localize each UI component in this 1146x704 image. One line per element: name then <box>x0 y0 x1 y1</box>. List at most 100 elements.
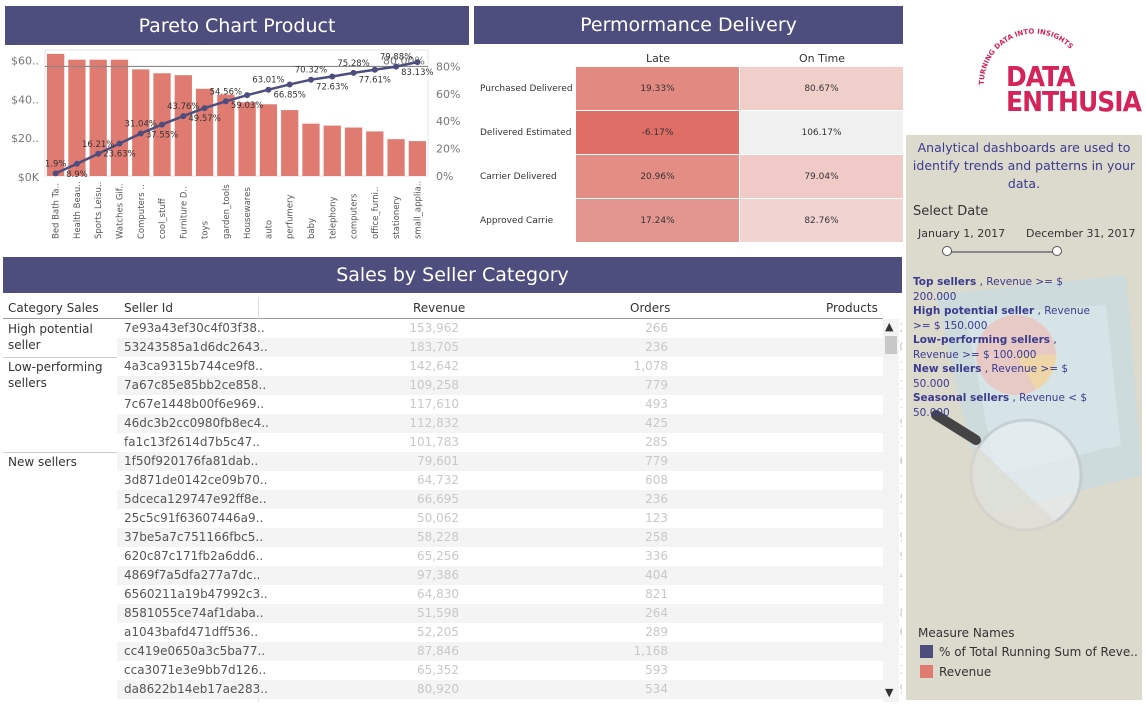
category-cell[interactable]: High potential seller <box>8 321 113 353</box>
heatmap-cell[interactable]: 19.33% <box>576 67 739 110</box>
row-label[interactable]: Purchased Delivered <box>480 84 573 94</box>
line-point[interactable] <box>137 130 144 137</box>
table-row[interactable]: fa1c13f2614d7b5c47..101,783285161 <box>117 433 902 452</box>
line-point[interactable] <box>286 81 293 88</box>
revenue-cell: 66,695 <box>417 492 459 506</box>
legend-item-revenue[interactable]: Revenue <box>920 665 991 679</box>
line-point[interactable] <box>371 66 378 73</box>
line-point[interactable] <box>116 140 123 147</box>
table-row[interactable]: cca3071e3e9bb7d126..65,352593273 <box>117 661 902 680</box>
sidebar-panel: TURNING DATA INTO INSIGHTS DATA ENTHUSIA… <box>906 5 1142 700</box>
performance-heatmap[interactable]: Late On Time Purchased Delivered 19.33% 80.6… <box>474 48 903 246</box>
row-label[interactable]: Delivered Estimated <box>480 128 571 138</box>
bar[interactable] <box>68 59 86 176</box>
table-row[interactable]: 7e93a43ef30c4f03f38..153,962266152 <box>117 319 902 338</box>
line-point[interactable] <box>307 76 314 83</box>
header-seller-id[interactable]: Seller Id <box>124 301 173 315</box>
line-point[interactable] <box>222 98 229 105</box>
line-point[interactable] <box>201 105 208 112</box>
line-point[interactable] <box>265 86 272 93</box>
slider-end-handle[interactable] <box>1052 246 1062 256</box>
table-row[interactable]: 7c67e1448b00f6e969..117,610493151 <box>117 395 902 414</box>
table-row[interactable]: 4a3ca9315b744ce9f8..142,6421,078281 <box>117 357 902 376</box>
seller-id-cell: 6560211a19b47992c3.. <box>124 587 268 601</box>
line-point[interactable] <box>329 73 336 80</box>
bar[interactable] <box>238 102 256 176</box>
x-tick-label: small_applia.. <box>413 181 423 239</box>
legend-swatch <box>920 665 933 678</box>
line-point[interactable] <box>73 160 80 167</box>
bar[interactable] <box>408 141 426 176</box>
row-label[interactable]: Carrier Delivered <box>480 172 557 182</box>
table-row[interactable]: 1f50f920176fa81dab.. 79,601 779 6 <box>117 452 902 471</box>
table-row[interactable]: 25c5c91f63607446a9..50,06212317 <box>117 509 902 528</box>
table-row[interactable]: da8622b14eb17ae283..80,920534159 <box>117 680 902 699</box>
header-revenue[interactable]: Revenue <box>413 301 465 315</box>
table-row[interactable]: 7a67c85e85bb2ce858..109,258779101 <box>117 376 902 395</box>
line-point[interactable] <box>52 170 59 177</box>
header-orders[interactable]: Orders <box>630 301 670 315</box>
x-tick-label: auto <box>264 220 274 239</box>
table-row[interactable]: cc419e0650a3c5ba77..87,8461,16831 <box>117 642 902 661</box>
heatmap-cell[interactable]: 17.24% <box>576 199 739 242</box>
bar[interactable] <box>47 53 65 176</box>
bar[interactable] <box>366 131 384 176</box>
vertical-scrollbar[interactable]: ▲ ▼ <box>883 319 899 702</box>
line-point[interactable] <box>350 69 357 76</box>
column-header[interactable]: On Time <box>740 52 904 65</box>
category-cell[interactable]: New sellers <box>8 454 113 470</box>
bar[interactable] <box>259 104 278 176</box>
table-row[interactable]: 5dceca129747e92ff8e..66,69523635 <box>117 490 902 509</box>
heatmap-cell[interactable]: -6.17% <box>576 111 739 154</box>
heatmap-cell[interactable]: 79.04% <box>740 155 903 198</box>
sales-table[interactable]: Category Sales Seller Id Revenue Orders … <box>3 297 902 702</box>
line-point[interactable] <box>414 59 421 66</box>
row-label[interactable]: Approved Carrie <box>480 216 553 226</box>
legend-entry: High potential seller , Revenue >= $ 150… <box>913 305 1090 332</box>
bar[interactable] <box>174 75 192 176</box>
slider-start-handle[interactable] <box>942 246 952 256</box>
x-tick-label: stationery <box>392 196 402 239</box>
revenue-cell: 64,732 <box>417 473 459 487</box>
table-row[interactable]: 4869f7a5dfa277a7dc..97,38640434 <box>117 566 902 585</box>
point-label: 83.13% <box>401 68 433 78</box>
heatmap-cell[interactable]: 82.76% <box>740 199 903 242</box>
bar[interactable] <box>387 139 405 176</box>
seller-id-cell: 7c67e1448b00f6e969.. <box>124 397 265 411</box>
point-label: 59.03% <box>231 101 263 111</box>
table-row[interactable]: 3d871de0142ce09b70..64,732608171 <box>117 471 902 490</box>
seller-id-cell: 8581055ce74af1daba.. <box>124 606 264 620</box>
table-row[interactable]: 6560211a19b47992c3..64,830821197 <box>117 585 902 604</box>
legend-item-running-sum[interactable]: % of Total Running Sum of Reve.. <box>920 645 1138 659</box>
line-point[interactable] <box>180 113 187 120</box>
table-row[interactable]: a1043bafd471dff536.. 52,205 289 6 <box>117 623 902 642</box>
heatmap-cell[interactable]: 20.96% <box>576 155 739 198</box>
line-point[interactable] <box>159 121 166 128</box>
column-header[interactable]: Late <box>576 52 740 65</box>
point-label: 66.85% <box>273 90 305 100</box>
scroll-up-icon[interactable]: ▲ <box>885 320 893 333</box>
date-range-slider[interactable] <box>946 251 1058 253</box>
bar[interactable] <box>302 123 320 176</box>
heatmap-cell[interactable]: 106.17% <box>740 111 903 154</box>
scroll-thumb[interactable] <box>885 336 897 354</box>
scroll-down-icon[interactable]: ▼ <box>885 686 893 699</box>
table-row[interactable]: 53243585a1d6dc2643..183,70523620 <box>117 338 902 357</box>
bar[interactable] <box>281 110 299 176</box>
line-point[interactable] <box>244 92 251 99</box>
line-point[interactable] <box>393 63 400 70</box>
table-row[interactable]: 46dc3b2cc0980fb8ec4..112,832425159 <box>117 414 902 433</box>
table-row[interactable]: 620c87c171fb2a6dd6..65,25633669 <box>117 547 902 566</box>
header-category[interactable]: Category Sales <box>8 301 99 315</box>
category-cell[interactable]: Low-performing sellers <box>8 359 113 391</box>
orders-cell: 1,078 <box>633 359 668 373</box>
pareto-chart[interactable]: $60.. $40.. $20.. $0K 80% 60% 40% 20% 0% Bed Bath… <box>0 46 470 246</box>
line-point[interactable] <box>95 150 102 157</box>
heatmap-cell[interactable]: 80.67% <box>740 67 903 110</box>
header-products[interactable]: Products <box>826 301 878 315</box>
bar[interactable] <box>344 127 363 176</box>
table-row[interactable]: 8581055ce74af1daba..51,59826428 <box>117 604 902 623</box>
table-row[interactable]: 37be5a7c751166fbc5.. 58,228 258 9 <box>117 528 902 547</box>
seller-id-cell: cc419e0650a3c5ba77.. <box>124 644 266 658</box>
bar[interactable] <box>323 125 341 176</box>
